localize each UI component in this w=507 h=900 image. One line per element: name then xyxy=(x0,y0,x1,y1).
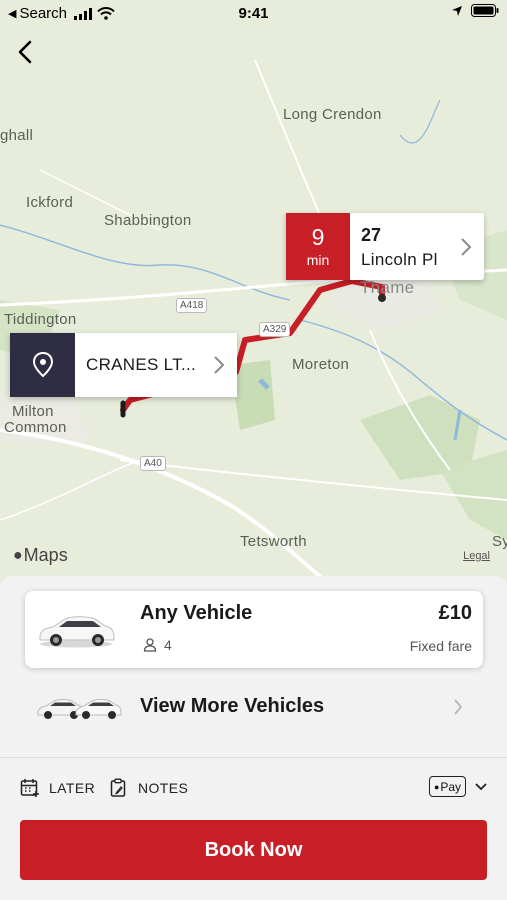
road-badge: A329 xyxy=(259,322,291,337)
later-label: LATER xyxy=(49,780,96,796)
apple-pay-badge: ● Pay xyxy=(429,776,466,797)
location-arrow-icon xyxy=(452,5,462,16)
chevron-right-icon xyxy=(454,699,463,715)
cars-image xyxy=(37,699,122,719)
road-badge: A418 xyxy=(176,298,208,313)
notes-button[interactable]: NOTES xyxy=(109,778,188,798)
car-image xyxy=(39,616,115,648)
destination-callout[interactable]: 9 min 27 Lincoln Pl xyxy=(286,213,484,280)
person-icon xyxy=(143,638,157,652)
chevron-right-icon xyxy=(214,356,225,374)
divider xyxy=(0,757,507,758)
place-label: Tetsworth xyxy=(240,533,307,550)
view-more-vehicles-label: View More Vehicles xyxy=(140,695,325,717)
place-label: Thame xyxy=(360,278,415,297)
destination-street: Lincoln Pl xyxy=(361,250,438,269)
pickup-callout[interactable]: CRANES LT... xyxy=(10,333,237,397)
location-pin-icon xyxy=(32,351,53,378)
battery-icon xyxy=(471,4,499,17)
vehicle-option-card[interactable]: Any Vehicle 4 £10 Fixed fare xyxy=(25,591,483,668)
pickup-label: CRANES LT... xyxy=(86,355,197,374)
maps-attribution: ● Maps xyxy=(13,545,68,566)
chevron-right-icon xyxy=(461,237,472,256)
fare-type: Fixed fare xyxy=(409,638,472,654)
book-now-button[interactable]: Book Now xyxy=(20,820,487,880)
booking-sheet: Any Vehicle 4 £10 Fixed fare View More V… xyxy=(0,576,507,900)
map-view[interactable]: Long Crendon ghall Ickford Shabbington T… xyxy=(0,0,507,585)
payment-method-selector[interactable]: ● Pay xyxy=(429,776,488,797)
seat-count: 4 xyxy=(164,637,172,653)
clock: 9:41 xyxy=(238,5,269,22)
eta-box: 9 min xyxy=(286,213,350,280)
apple-logo-icon: ● xyxy=(13,546,23,564)
notes-icon xyxy=(110,778,126,797)
calendar-add-icon xyxy=(20,779,39,797)
vehicle-price: £10 xyxy=(438,602,472,624)
place-label: Milton xyxy=(12,403,54,420)
place-label: Tiddington xyxy=(4,311,77,328)
back-button[interactable] xyxy=(12,38,40,66)
maps-attribution-label: Maps xyxy=(23,545,68,565)
chevron-down-icon xyxy=(475,782,487,790)
place-label: Ickford xyxy=(26,194,74,211)
payment-label: Pay xyxy=(440,779,462,794)
status-bar: ◀ Search 9:41 xyxy=(0,0,507,28)
notes-label: NOTES xyxy=(138,780,189,796)
road-badge: A40 xyxy=(140,456,166,471)
vehicle-seats: 4 xyxy=(143,637,172,653)
eta-number: 9 xyxy=(311,224,325,250)
place-label: Long Crendon xyxy=(283,106,382,123)
place-label: ghall xyxy=(0,127,34,144)
view-more-vehicles-row[interactable]: View More Vehicles xyxy=(0,676,507,736)
apple-logo-icon: ● xyxy=(433,781,440,792)
place-label: Sy xyxy=(492,533,507,550)
booking-options: LATER NOTES ● Pay xyxy=(0,776,507,802)
later-button[interactable]: LATER xyxy=(20,778,95,798)
chevron-left-icon xyxy=(18,40,32,64)
map-terrain xyxy=(0,0,507,585)
legal-link[interactable]: Legal xyxy=(463,550,490,562)
eta-unit: min xyxy=(306,252,330,268)
vehicle-name: Any Vehicle xyxy=(140,602,253,624)
place-label: Moreton xyxy=(292,356,350,373)
pickup-icon-box xyxy=(10,333,75,397)
place-label: Shabbington xyxy=(104,212,192,229)
destination-number: 27 xyxy=(361,225,382,245)
place-label: Common xyxy=(4,419,67,436)
